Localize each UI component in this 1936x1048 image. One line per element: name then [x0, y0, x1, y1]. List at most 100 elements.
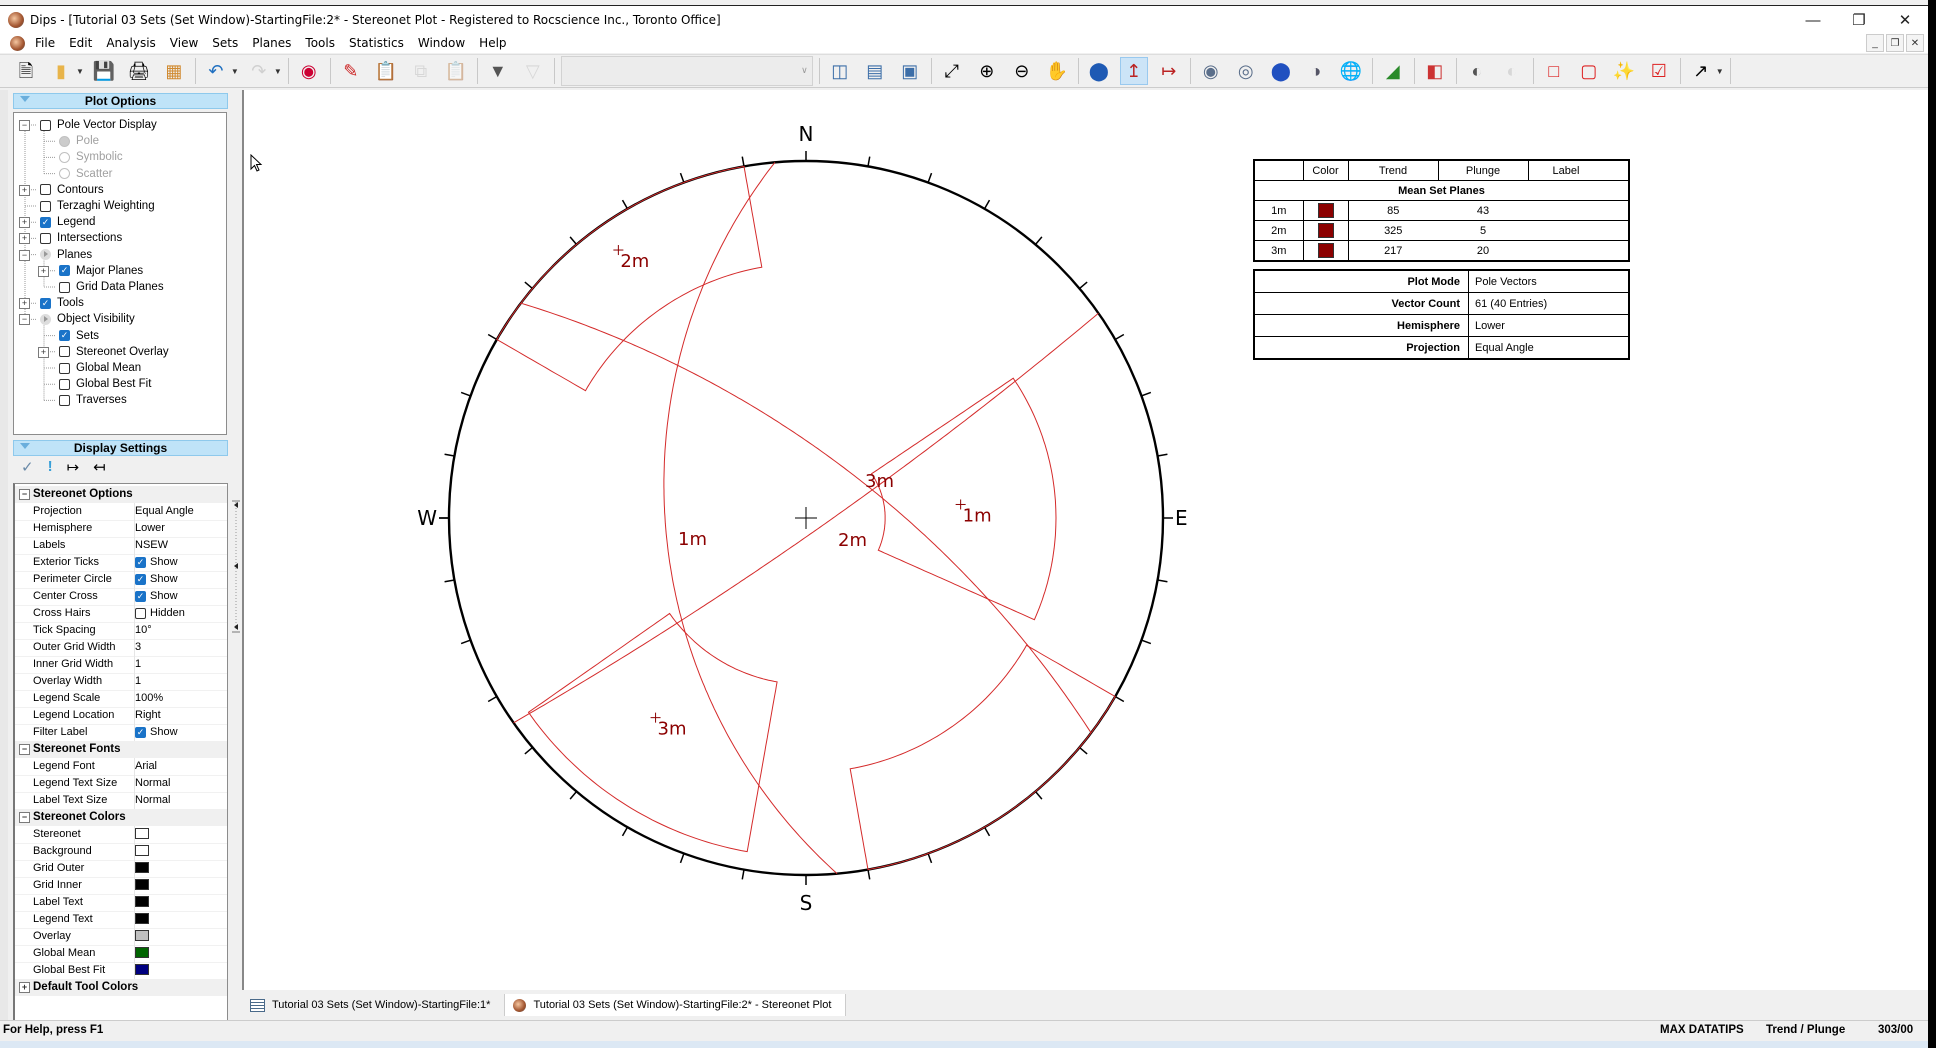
panel-splitter[interactable]: [232, 90, 242, 995]
add-set-plane-button[interactable]: ◐: [1463, 57, 1491, 85]
pole-plot-button[interactable]: ◉: [1197, 57, 1225, 85]
property-value[interactable]: 10°: [135, 624, 152, 636]
property-value[interactable]: Arial: [135, 760, 157, 772]
tab-stereonet-plot[interactable]: Tutorial 03 Sets (Set Window)-StartingFi…: [504, 994, 847, 1016]
print-button[interactable]: 🖨: [125, 57, 153, 85]
close-button[interactable]: ✕: [1882, 6, 1928, 34]
validate-set-button[interactable]: ☑: [1645, 57, 1673, 85]
property-group[interactable]: + Default Tool Colors: [15, 979, 227, 996]
color-swatch[interactable]: [135, 964, 149, 975]
expand-toggle-icon[interactable]: +: [19, 184, 30, 196]
arrow-tool-dropdown[interactable]: ▼: [1716, 67, 1724, 76]
property-value[interactable]: Normal: [135, 777, 170, 789]
open-folder-dropdown[interactable]: ▼: [76, 67, 84, 76]
toolbar-combo-box[interactable]: ∨: [560, 56, 813, 86]
open-folder-button[interactable]: ▮: [47, 57, 75, 85]
property-value[interactable]: Equal Angle: [135, 505, 194, 517]
redo-button[interactable]: ↷: [245, 57, 273, 85]
stereonet-canvas[interactable]: 1m2m3m1m 2m3mNSEW: [244, 90, 1928, 990]
undo-dropdown[interactable]: ▼: [231, 67, 239, 76]
property-row[interactable]: Legend Location Right: [15, 707, 227, 725]
property-row[interactable]: Stereonet: [15, 826, 227, 844]
unchecked-checkbox[interactable]: [135, 607, 146, 619]
unchecked-checkbox[interactable]: [59, 346, 70, 358]
import-settings-icon[interactable]: ↤: [93, 458, 106, 476]
unchecked-checkbox[interactable]: [40, 200, 51, 212]
menu-analysis[interactable]: Analysis: [99, 36, 162, 50]
property-row[interactable]: Label Text Size Normal: [15, 792, 227, 810]
property-row[interactable]: Global Best Fit: [15, 962, 227, 980]
tree-item[interactable]: Traverses: [59, 392, 127, 408]
expand-toggle-icon[interactable]: +: [19, 217, 30, 229]
property-row[interactable]: Legend Font Arial: [15, 758, 227, 776]
property-value[interactable]: Right: [135, 709, 161, 721]
edit-set-plane-button[interactable]: ◐: [1498, 57, 1526, 85]
new-file-button[interactable]: 🗎: [12, 57, 40, 85]
tree-item[interactable]: ✓ Tools: [40, 295, 84, 311]
checked-checkbox[interactable]: ✓: [40, 297, 51, 309]
mdi-restore-button[interactable]: ❐: [1886, 34, 1904, 52]
tree-item[interactable]: Intersections: [40, 230, 122, 246]
save-button[interactable]: 💾: [90, 57, 118, 85]
tree-item[interactable]: ✓ Major Planes: [59, 263, 143, 279]
property-row[interactable]: Hemisphere Lower: [15, 520, 227, 538]
zoom-in-button[interactable]: ⊕: [973, 57, 1001, 85]
export-settings-icon[interactable]: ↦: [67, 458, 80, 476]
tree-item[interactable]: Planes: [40, 247, 92, 263]
checked-checkbox[interactable]: ✓: [59, 330, 70, 342]
apply-check-icon[interactable]: ✓: [21, 458, 34, 476]
menu-statistics[interactable]: Statistics: [342, 36, 411, 50]
property-value[interactable]: 100%: [135, 692, 163, 704]
collapse-toggle-icon[interactable]: −: [19, 489, 30, 500]
collapse-toggle-icon[interactable]: −: [19, 120, 30, 131]
undo-button[interactable]: ↶: [202, 57, 230, 85]
display-options-button[interactable]: ◉: [295, 57, 323, 85]
tile-horizontal-button[interactable]: ▤: [861, 57, 889, 85]
property-row[interactable]: Label Text: [15, 894, 227, 912]
checked-checkbox[interactable]: ✓: [135, 556, 146, 568]
property-row[interactable]: Filter Label ✓ Show: [15, 724, 227, 742]
edit-document-button[interactable]: ✎: [337, 57, 365, 85]
tree-item[interactable]: Global Mean: [59, 360, 141, 376]
menu-edit[interactable]: Edit: [62, 36, 99, 50]
property-row[interactable]: Projection Equal Angle: [15, 503, 227, 521]
clipboard-button[interactable]: 📋: [442, 57, 470, 85]
tile-vertical-button[interactable]: ◫: [826, 57, 854, 85]
minimize-button[interactable]: —: [1790, 6, 1836, 34]
unchecked-checkbox[interactable]: [59, 281, 70, 293]
property-row[interactable]: Grid Outer: [15, 860, 227, 878]
property-row[interactable]: Overlay: [15, 928, 227, 946]
menu-view[interactable]: View: [163, 36, 205, 50]
radio-button[interactable]: [59, 135, 70, 147]
tree-item[interactable]: Object Visibility: [40, 311, 135, 327]
tree-item[interactable]: ✓ Legend: [40, 214, 95, 230]
collapse-toggle-icon[interactable]: −: [19, 744, 30, 755]
add-curved-window-button[interactable]: ▢: [1575, 57, 1603, 85]
menu-tools[interactable]: Tools: [298, 36, 342, 50]
redo-dropdown[interactable]: ▼: [274, 67, 282, 76]
collapse-toggle-icon[interactable]: −: [19, 812, 30, 823]
dip-vector-mode-button[interactable]: ↦: [1155, 57, 1183, 85]
radio-button[interactable]: [59, 151, 70, 163]
property-row[interactable]: Inner Grid Width 1: [15, 656, 227, 674]
color-swatch[interactable]: [135, 828, 149, 839]
copy-button[interactable]: ⧉: [407, 57, 435, 85]
color-swatch[interactable]: [135, 862, 149, 873]
filter-list-button[interactable]: ▽: [519, 57, 547, 85]
property-row[interactable]: Grid Inner: [15, 877, 227, 895]
menu-planes[interactable]: Planes: [245, 36, 298, 50]
tree-item[interactable]: Contours: [40, 182, 104, 198]
major-planes-button[interactable]: ◑: [1302, 57, 1330, 85]
contour-stereonet-button[interactable]: ⬤: [1267, 57, 1295, 85]
property-row[interactable]: Overlay Width 1: [15, 673, 227, 691]
unchecked-checkbox[interactable]: [40, 184, 51, 196]
add-plane-button[interactable]: ◧: [1421, 57, 1449, 85]
expand-toggle-icon[interactable]: +: [19, 982, 30, 993]
tree-item[interactable]: ✓ Sets: [59, 328, 99, 344]
checked-checkbox[interactable]: ✓: [135, 590, 146, 602]
expand-toggle-icon[interactable]: +: [38, 346, 49, 358]
exclamation-icon[interactable]: !: [48, 458, 53, 476]
auto-set-button[interactable]: ✨: [1610, 57, 1638, 85]
contour-plot-button[interactable]: ⬤: [1085, 57, 1113, 85]
restore-button[interactable]: ❐: [1836, 6, 1882, 34]
